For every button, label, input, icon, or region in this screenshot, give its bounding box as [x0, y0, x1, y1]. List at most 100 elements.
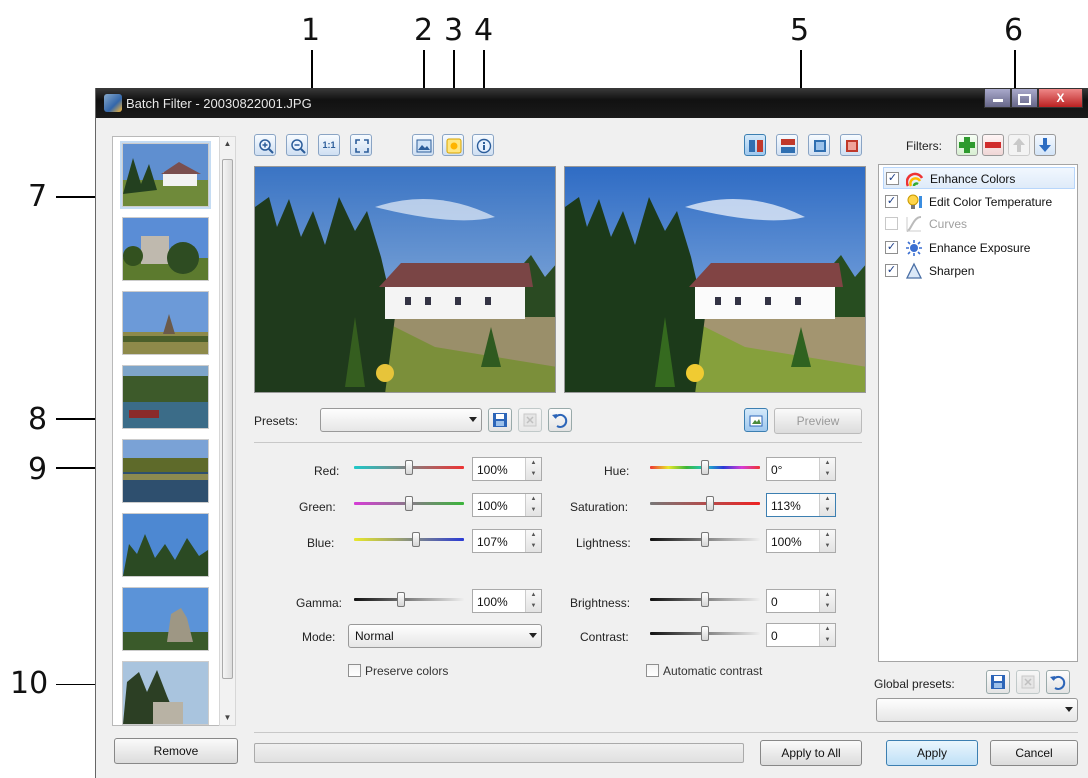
filter-item-sharpen[interactable]: ✓ Sharpen: [883, 260, 1075, 282]
highlight-button[interactable]: [442, 134, 464, 156]
preview-button[interactable]: Preview: [774, 408, 862, 434]
delete-preset-button[interactable]: [518, 408, 542, 432]
saturation-spinbox[interactable]: 113% ▲ ▼: [766, 493, 836, 517]
filter-item-enhance-colors[interactable]: ✓ Enhance Colors: [883, 167, 1075, 189]
actual-size-button[interactable]: 1:1: [318, 134, 340, 156]
add-filter-button[interactable]: [956, 134, 978, 156]
gamma-slider[interactable]: [354, 592, 464, 608]
filter-checkbox[interactable]: ✓: [885, 241, 898, 254]
filter-list[interactable]: ✓ Enhance Colors ✓ Edit Color Temperatur…: [878, 164, 1078, 662]
filter-checkbox[interactable]: ✓: [885, 195, 898, 208]
slider-knob[interactable]: [405, 496, 413, 511]
filter-item-edit-color-temperature[interactable]: ✓ Edit Color Temperature: [883, 191, 1075, 213]
filter-checkbox[interactable]: [885, 217, 898, 230]
apply-button[interactable]: Apply: [886, 740, 978, 766]
blue-slider[interactable]: [354, 532, 464, 548]
minimize-button[interactable]: [984, 88, 1011, 108]
zoom-in-button[interactable]: [254, 134, 276, 156]
automatic-contrast-checkbox[interactable]: Automatic contrast: [646, 664, 762, 678]
spinner-arrows-icon[interactable]: ▲ ▼: [819, 530, 835, 552]
remove-button[interactable]: Remove: [114, 738, 238, 764]
filter-item-enhance-exposure[interactable]: ✓ Enhance Exposure: [883, 237, 1075, 259]
move-down-button[interactable]: [1034, 134, 1056, 156]
saturation-slider[interactable]: [650, 496, 760, 512]
compare-view-button[interactable]: [412, 134, 434, 156]
hue-spinbox[interactable]: 0° ▲ ▼: [766, 457, 836, 481]
scroll-thumb[interactable]: [222, 159, 233, 679]
filter-checkbox[interactable]: ✓: [886, 172, 899, 185]
filter-checkbox[interactable]: ✓: [885, 264, 898, 277]
view-top-bottom-button[interactable]: [776, 134, 798, 156]
spinner-arrows-icon[interactable]: ▲ ▼: [525, 590, 541, 612]
slider-knob[interactable]: [701, 592, 709, 607]
thumbnail-list[interactable]: [112, 136, 234, 726]
red-slider[interactable]: [354, 460, 464, 476]
thumbnail-item[interactable]: [122, 365, 209, 429]
red-spinbox[interactable]: 100% ▲ ▼: [472, 457, 542, 481]
scroll-down-icon[interactable]: ▼: [220, 711, 235, 725]
view-result-button[interactable]: [840, 134, 862, 156]
preserve-colors-checkbox[interactable]: Preserve colors: [348, 664, 448, 678]
brightness-slider[interactable]: [650, 592, 760, 608]
save-preset-button[interactable]: [488, 408, 512, 432]
cancel-button[interactable]: Cancel: [990, 740, 1078, 766]
gamma-spinbox[interactable]: 100% ▲ ▼: [472, 589, 542, 613]
view-original-button[interactable]: [808, 134, 830, 156]
hue-slider[interactable]: [650, 460, 760, 476]
slider-knob[interactable]: [701, 532, 709, 547]
blue-spinbox[interactable]: 107% ▲ ▼: [472, 529, 542, 553]
contrast-spinbox[interactable]: 0 ▲ ▼: [766, 623, 836, 647]
thumbnail-item[interactable]: [122, 439, 209, 503]
global-presets-dropdown[interactable]: [876, 698, 1078, 722]
thumbnail-item[interactable]: [120, 141, 211, 209]
presets-dropdown[interactable]: [320, 408, 482, 432]
contrast-slider[interactable]: [650, 626, 760, 642]
thumbnail-item[interactable]: [122, 587, 209, 651]
original-image-panel[interactable]: [254, 166, 556, 393]
move-up-button[interactable]: [1008, 134, 1030, 156]
thumbnail-item[interactable]: [122, 513, 209, 577]
thumbnail-item[interactable]: [122, 291, 209, 355]
lightness-spinbox[interactable]: 100% ▲ ▼: [766, 529, 836, 553]
slider-knob[interactable]: [706, 496, 714, 511]
apply-to-all-button[interactable]: Apply to All: [760, 740, 862, 766]
lightness-slider[interactable]: [650, 532, 760, 548]
delete-global-preset-button[interactable]: [1016, 670, 1040, 694]
slider-knob[interactable]: [701, 626, 709, 641]
slider-knob[interactable]: [412, 532, 420, 547]
green-slider[interactable]: [354, 496, 464, 512]
green-spinbox[interactable]: 100% ▲ ▼: [472, 493, 542, 517]
zoom-out-button[interactable]: [286, 134, 308, 156]
close-button[interactable]: X: [1038, 88, 1083, 108]
spinner-arrows-icon[interactable]: ▲ ▼: [525, 458, 541, 480]
info-button[interactable]: [472, 134, 494, 156]
preview-image-panel[interactable]: [564, 166, 866, 393]
reset-preset-button[interactable]: [548, 408, 572, 432]
thumbnail-scrollbar[interactable]: ▲ ▼: [219, 136, 236, 726]
brightness-spinbox[interactable]: 0 ▲ ▼: [766, 589, 836, 613]
title-bar[interactable]: Batch Filter - 20030822001.JPG X: [96, 88, 1088, 118]
save-global-preset-button[interactable]: [986, 670, 1010, 694]
reset-global-preset-button[interactable]: [1046, 670, 1070, 694]
spinner-arrows-icon[interactable]: ▲ ▼: [819, 590, 835, 612]
spinner-arrows-icon[interactable]: ▲ ▼: [525, 494, 541, 516]
slider-knob[interactable]: [397, 592, 405, 607]
scroll-up-icon[interactable]: ▲: [220, 137, 235, 151]
fit-to-window-button[interactable]: [350, 134, 372, 156]
spinner-arrows-icon[interactable]: ▲ ▼: [819, 494, 835, 516]
slider-knob[interactable]: [405, 460, 413, 475]
remove-filter-button[interactable]: [982, 134, 1004, 156]
spinner-arrows-icon[interactable]: ▲ ▼: [819, 458, 835, 480]
mode-dropdown[interactable]: Normal: [348, 624, 542, 648]
maximize-button[interactable]: [1011, 88, 1038, 108]
checkbox-box[interactable]: [646, 664, 659, 677]
thumbnail-item[interactable]: [122, 217, 209, 281]
view-side-by-side-button[interactable]: [744, 134, 766, 156]
spinner-arrows-icon[interactable]: ▲ ▼: [819, 624, 835, 646]
filter-item-curves[interactable]: Curves: [883, 213, 1075, 235]
checkbox-box[interactable]: [348, 664, 361, 677]
preview-toggle-button[interactable]: [744, 408, 768, 432]
thumbnail-item[interactable]: [122, 661, 209, 725]
spinner-arrows-icon[interactable]: ▲ ▼: [525, 530, 541, 552]
slider-knob[interactable]: [701, 460, 709, 475]
